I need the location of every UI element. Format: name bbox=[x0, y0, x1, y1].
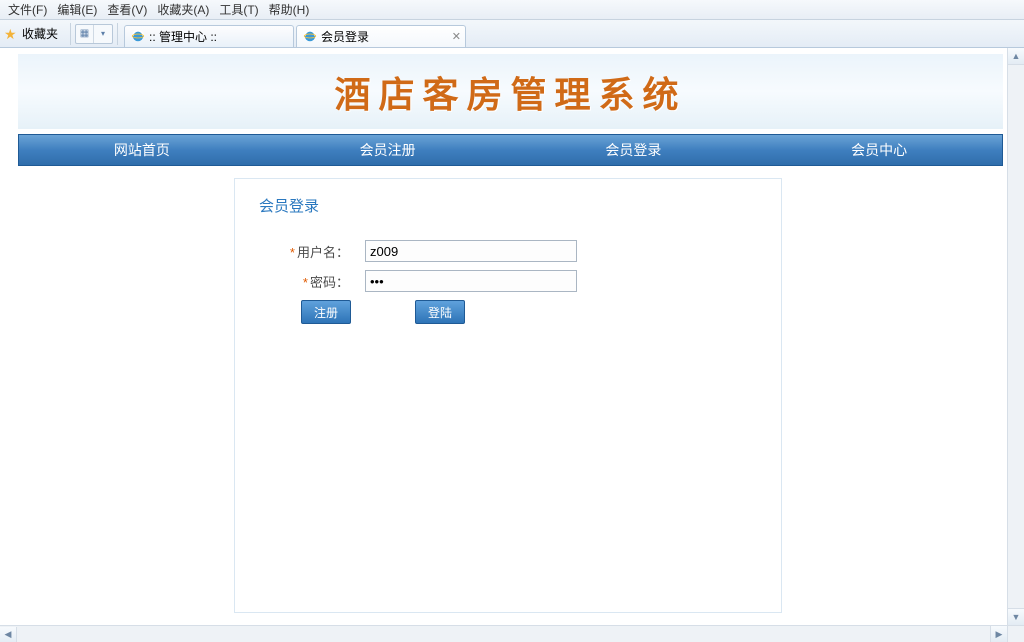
nav-home[interactable]: 网站首页 bbox=[19, 135, 265, 165]
tab-label: :: 管理中心 :: bbox=[149, 28, 217, 45]
horizontal-scrollbar[interactable]: ◀ ▶ bbox=[0, 625, 1007, 642]
menu-tools[interactable]: 工具(T) bbox=[219, 1, 258, 18]
navbar: 网站首页 会员注册 会员登录 会员中心 bbox=[18, 134, 1003, 166]
tab-admin-center[interactable]: :: 管理中心 :: bbox=[124, 25, 294, 47]
login-button[interactable]: 登陆 bbox=[415, 300, 465, 324]
scroll-left-icon[interactable]: ◀ bbox=[0, 627, 17, 642]
nav-center[interactable]: 会员中心 bbox=[756, 135, 1002, 165]
grid-view-icon[interactable]: ▦ bbox=[76, 25, 94, 43]
separator bbox=[117, 23, 118, 45]
banner-title: 酒店客房管理系统 bbox=[334, 66, 686, 118]
view-mode-buttons[interactable]: ▦ ▾ bbox=[75, 24, 113, 44]
page: 酒店客房管理系统 网站首页 会员注册 会员登录 会员中心 会员登录 *用户名： … bbox=[18, 54, 1003, 613]
button-row: 注册 登陆 bbox=[259, 300, 757, 324]
menu-help[interactable]: 帮助(H) bbox=[269, 1, 310, 18]
banner: 酒店客房管理系统 bbox=[18, 54, 1003, 129]
required-mark: * bbox=[290, 245, 295, 260]
favorites-star-icon[interactable]: ★ bbox=[4, 27, 18, 41]
username-row: *用户名： bbox=[259, 240, 757, 262]
required-mark: * bbox=[303, 275, 308, 290]
ie-icon bbox=[131, 29, 145, 43]
separator bbox=[70, 23, 71, 45]
username-input[interactable] bbox=[365, 240, 577, 262]
tab-member-login[interactable]: 会员登录 ✕ bbox=[296, 25, 466, 47]
register-button[interactable]: 注册 bbox=[301, 300, 351, 324]
nav-register[interactable]: 会员注册 bbox=[265, 135, 511, 165]
scroll-corner bbox=[1007, 625, 1024, 642]
password-input[interactable] bbox=[365, 270, 577, 292]
menu-bar: 文件(F) 编辑(E) 查看(V) 收藏夹(A) 工具(T) 帮助(H) bbox=[0, 0, 1024, 20]
login-heading: 会员登录 bbox=[259, 195, 757, 216]
password-label: *密码： bbox=[259, 272, 349, 291]
close-icon[interactable]: ✕ bbox=[452, 30, 461, 43]
toolbar: ★ 收藏夹 ▦ ▾ :: 管理中心 :: 会员登录 ✕ bbox=[0, 20, 1024, 48]
dropdown-arrow-icon[interactable]: ▾ bbox=[94, 25, 112, 43]
scroll-up-icon[interactable]: ▲ bbox=[1008, 48, 1024, 65]
ie-icon bbox=[303, 29, 317, 43]
menu-favorites[interactable]: 收藏夹(A) bbox=[157, 1, 209, 18]
nav-login[interactable]: 会员登录 bbox=[511, 135, 757, 165]
tab-label: 会员登录 bbox=[321, 28, 369, 45]
favorites-label[interactable]: 收藏夹 bbox=[22, 25, 58, 42]
scroll-right-icon[interactable]: ▶ bbox=[990, 626, 1007, 642]
menu-view[interactable]: 查看(V) bbox=[107, 1, 147, 18]
viewport: 酒店客房管理系统 网站首页 会员注册 会员登录 会员中心 会员登录 *用户名： … bbox=[0, 48, 1024, 642]
username-label: *用户名： bbox=[259, 242, 349, 261]
login-card: 会员登录 *用户名： *密码： 注册 登陆 bbox=[234, 178, 782, 613]
password-row: *密码： bbox=[259, 270, 757, 292]
menu-file[interactable]: 文件(F) bbox=[8, 1, 47, 18]
menu-edit[interactable]: 编辑(E) bbox=[57, 1, 97, 18]
scroll-down-icon[interactable]: ▼ bbox=[1008, 608, 1024, 625]
vertical-scrollbar[interactable]: ▲ ▼ bbox=[1007, 48, 1024, 625]
